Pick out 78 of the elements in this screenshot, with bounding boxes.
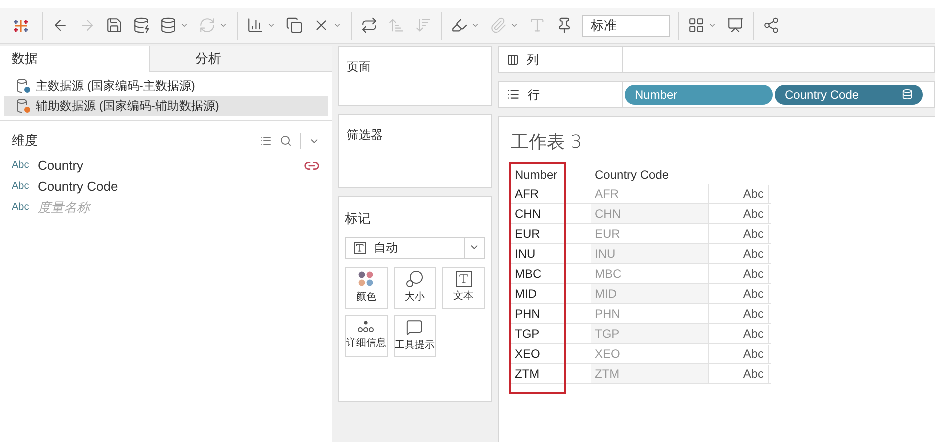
pin-icon xyxy=(556,17,573,34)
shelf-label: 行 xyxy=(528,86,540,104)
shelf-title: 筛选器 xyxy=(347,128,383,142)
presentation-icon xyxy=(727,17,744,34)
table-cell: Abc xyxy=(709,284,769,302)
table-cell: INU xyxy=(591,244,709,263)
type-label: Abc xyxy=(12,201,30,215)
table-cell: MID xyxy=(591,284,709,303)
column-header: Country Code xyxy=(594,167,670,184)
table-cell: Abc xyxy=(709,304,769,322)
text-label-icon xyxy=(529,17,546,34)
shelf-title: 页面 xyxy=(347,60,371,74)
field-item[interactable]: Country Code xyxy=(38,176,118,196)
table-cell: Abc xyxy=(709,364,769,382)
columns-icon xyxy=(507,54,519,66)
caret-icon xyxy=(708,21,717,30)
mark-type-dropdown[interactable]: 自动 xyxy=(345,236,485,258)
table-cell: Abc xyxy=(709,324,769,342)
search-icon[interactable] xyxy=(280,135,292,147)
type-label: Abc xyxy=(12,180,30,194)
table-cell: Abc xyxy=(709,204,769,222)
table-cell: Abc xyxy=(709,264,769,282)
table-cell: AFR xyxy=(591,184,709,203)
marks-button[interactable]: 文本 xyxy=(442,266,485,308)
table-cell: ZTM xyxy=(591,364,709,383)
table-cell-text: XEO xyxy=(514,346,542,362)
table-cell: TGP xyxy=(591,324,709,343)
type-label: Abc xyxy=(12,159,30,173)
rows-icon xyxy=(507,88,520,101)
caret-icon xyxy=(333,21,342,30)
caret-icon xyxy=(510,21,519,30)
fit-dropdown[interactable]: 标准 xyxy=(582,14,670,36)
refresh-icon xyxy=(199,17,216,34)
save-icon xyxy=(106,17,123,34)
marks-button[interactable]: 颜色 xyxy=(345,266,388,308)
field-item[interactable]: Country xyxy=(38,156,84,176)
caret-icon xyxy=(471,21,480,30)
caret-icon xyxy=(267,21,276,30)
text-icon xyxy=(354,242,366,254)
table-cell: Abc xyxy=(709,244,769,262)
swap-icon xyxy=(361,17,378,34)
shelf-label: 列 xyxy=(527,52,539,68)
share-icon xyxy=(763,17,780,34)
shelf-title: 标记 xyxy=(345,210,372,228)
marks-button[interactable]: 工具提示 xyxy=(394,314,436,356)
table-cell-text: AFR xyxy=(514,186,540,202)
table-cell: XEO xyxy=(591,344,709,363)
column-header: Number xyxy=(514,167,559,184)
table-cell: EUR xyxy=(591,224,709,243)
table-cell-text: CHN xyxy=(514,206,542,222)
caret-icon xyxy=(180,21,189,30)
table-cell-text: MID xyxy=(514,286,538,302)
table-cell-text: EUR xyxy=(514,226,542,242)
data-source-item[interactable]: 辅助数据源 (国家编码-辅助数据源) xyxy=(4,96,328,116)
database-icon xyxy=(902,89,913,100)
sort-descending-icon xyxy=(415,17,432,34)
sheet-title: 工作表 3 xyxy=(511,131,584,155)
pane-tab[interactable]: 分析 xyxy=(148,46,332,72)
table-cell-text: TGP xyxy=(514,326,541,342)
data-source-item[interactable]: 主数据源 (国家编码-主数据源) xyxy=(4,76,328,96)
sort-ascending-icon xyxy=(388,17,405,34)
caret-icon xyxy=(219,21,228,30)
marks-button[interactable]: 详细信息 xyxy=(345,314,388,356)
table-cell-text: MBC xyxy=(514,266,543,282)
section-title: 维度 xyxy=(12,132,38,150)
field-pill[interactable]: Country Code xyxy=(775,84,923,104)
table-cell: Abc xyxy=(709,184,769,202)
table-cell: MBC xyxy=(591,264,709,283)
table-cell-text: ZTM xyxy=(514,366,541,382)
table-cell: PHN xyxy=(591,304,709,323)
table-cell: CHN xyxy=(591,204,709,223)
table-cell: Abc xyxy=(709,344,769,362)
marks-button[interactable]: 大小 xyxy=(394,266,436,308)
table-cell-text: INU xyxy=(514,246,537,262)
table-cell-text: PHN xyxy=(514,306,542,322)
table-cell: Abc xyxy=(709,224,769,242)
paperclip-icon xyxy=(490,17,507,34)
highlighter-icon xyxy=(451,17,468,34)
